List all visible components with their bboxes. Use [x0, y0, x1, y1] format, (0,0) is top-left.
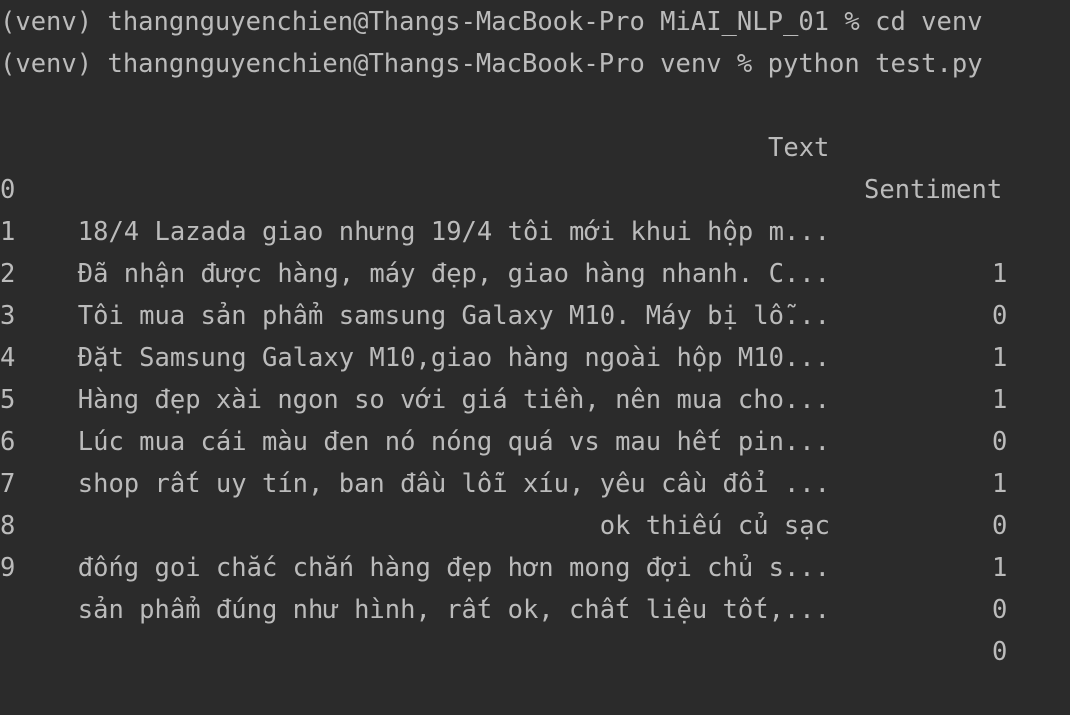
- row-sentiment: 1: [992, 553, 1008, 583]
- row-sentiment: 0: [992, 595, 1008, 625]
- table-row: 6 shop rất uy tín, ban đầu lỗi xíu, yêu …: [0, 379, 1070, 541]
- table-row: 9 sản phẩm đúng như hình, rất ok, chất l…: [0, 505, 1070, 667]
- table-row: 5 Lúc mua cái màu đen nó nóng quá vs mau…: [0, 337, 1070, 499]
- row-text: sản phẩm đúng như hình, rất ok, chất liệ…: [77, 595, 830, 625]
- command-text: python test.py: [767, 49, 983, 79]
- row-text: đống goi chắc chắn hàng đẹp hơn mong đợi…: [77, 553, 830, 583]
- command-text: cd venv: [875, 7, 983, 37]
- table-header-row: Text Sentiment: [0, 85, 1070, 205]
- command-line-cd: (venv) thangnguyenchien@Thangs-MacBook-P…: [0, 1, 1070, 43]
- shell-prompt: (venv) thangnguyenchien@Thangs-MacBook-P…: [0, 49, 768, 79]
- table-row: 4 Hàng đẹp xài ngon so với giá tiền, nên…: [0, 295, 1070, 457]
- row-index: 9: [0, 553, 16, 583]
- table-row: 2 Tôi mua sản phẩm samsung Galaxy M10. M…: [0, 211, 1070, 373]
- table-row: 7 ok thiếu củ sạc 1: [0, 421, 1070, 583]
- table-row: 8 đống goi chắc chắn hàng đẹp hơn mong đ…: [0, 463, 1070, 625]
- table-row: 0 18/4 Lazada giao nhưng 19/4 tôi mới kh…: [0, 127, 1070, 289]
- shell-prompt: (venv) thangnguyenchien@Thangs-MacBook-P…: [0, 7, 876, 37]
- terminal-window[interactable]: (venv) thangnguyenchien@Thangs-MacBook-P…: [0, 0, 1070, 667]
- row-sentiment: 0: [992, 637, 1008, 667]
- command-line-python: (venv) thangnguyenchien@Thangs-MacBook-P…: [0, 43, 1070, 85]
- table-row: 3 Đặt Samsung Galaxy M10,giao hàng ngoài…: [0, 253, 1070, 415]
- table-row: 1 Đã nhận được hàng, máy đẹp, giao hàng …: [0, 169, 1070, 331]
